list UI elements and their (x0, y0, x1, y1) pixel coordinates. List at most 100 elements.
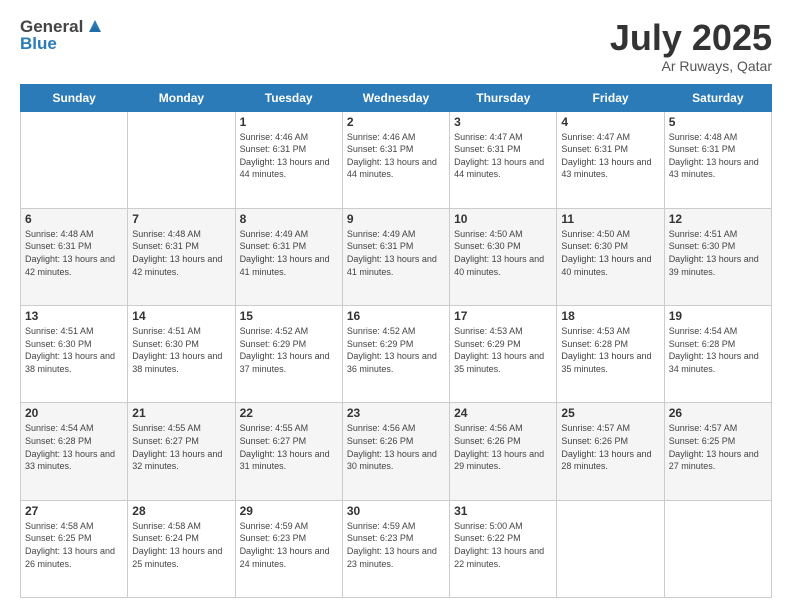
table-row (128, 111, 235, 208)
day-number: 7 (132, 212, 230, 226)
logo-icon (85, 16, 105, 36)
table-row (21, 111, 128, 208)
header-friday: Friday (557, 84, 664, 111)
table-row: 31 Sunrise: 5:00 AMSunset: 6:22 PMDayligh… (450, 500, 557, 597)
table-row: 22 Sunrise: 4:55 AMSunset: 6:27 PMDayligh… (235, 403, 342, 500)
table-row: 30 Sunrise: 4:59 AMSunset: 6:23 PMDayligh… (342, 500, 449, 597)
table-row: 10 Sunrise: 4:50 AMSunset: 6:30 PMDayligh… (450, 208, 557, 305)
day-number: 24 (454, 406, 552, 420)
cell-content: Sunrise: 4:52 AMSunset: 6:29 PMDaylight:… (240, 325, 338, 375)
table-row: 8 Sunrise: 4:49 AMSunset: 6:31 PMDaylight… (235, 208, 342, 305)
table-row: 19 Sunrise: 4:54 AMSunset: 6:28 PMDayligh… (664, 306, 771, 403)
table-row: 17Sunrise: 4:53 AMSunset: 6:29 PMDayligh… (450, 306, 557, 403)
cell-content: Sunrise: 4:57 AMSunset: 6:26 PMDaylight:… (561, 422, 659, 472)
table-row: 16 Sunrise: 4:52 AMSunset: 6:29 PMDayligh… (342, 306, 449, 403)
day-number: 23 (347, 406, 445, 420)
day-number: 15 (240, 309, 338, 323)
day-number: 5 (669, 115, 767, 129)
cell-content: Sunrise: 5:00 AMSunset: 6:22 PMDaylight:… (454, 520, 552, 570)
header-saturday: Saturday (664, 84, 771, 111)
table-row: 20 Sunrise: 4:54 AMSunset: 6:28 PMDayligh… (21, 403, 128, 500)
day-number: 22 (240, 406, 338, 420)
table-row: 29 Sunrise: 4:59 AMSunset: 6:23 PMDayligh… (235, 500, 342, 597)
day-number: 8 (240, 212, 338, 226)
day-number: 27 (25, 504, 123, 518)
day-number: 30 (347, 504, 445, 518)
table-row: 25Sunrise: 4:57 AMSunset: 6:26 PMDayligh… (557, 403, 664, 500)
cell-content: Sunrise: 4:51 AMSunset: 6:30 PMDaylight:… (25, 325, 123, 375)
day-number: 13 (25, 309, 123, 323)
logo: General Blue (20, 18, 105, 53)
table-row: 3 Sunrise: 4:47 AMSunset: 6:31 PMDaylight… (450, 111, 557, 208)
table-row: 11 Sunrise: 4:50 AMSunset: 6:30 PMDayligh… (557, 208, 664, 305)
header-wednesday: Wednesday (342, 84, 449, 111)
cell-content: Sunrise: 4:55 AMSunset: 6:27 PMDaylight:… (132, 422, 230, 472)
cell-content: Sunrise: 4:48 AMSunset: 6:31 PMDaylight:… (25, 228, 123, 278)
table-row: 2Sunrise: 4:46 AMSunset: 6:31 PMDaylight… (342, 111, 449, 208)
cell-content: Sunrise: 4:57 AMSunset: 6:25 PMDaylight:… (669, 422, 767, 472)
table-row: 15 Sunrise: 4:52 AMSunset: 6:29 PMDayligh… (235, 306, 342, 403)
cell-content: Sunrise: 4:50 AMSunset: 6:30 PMDaylight:… (454, 228, 552, 278)
header-thursday: Thursday (450, 84, 557, 111)
calendar-header-row: Sunday Monday Tuesday Wednesday Thursday… (21, 84, 772, 111)
logo-blue: Blue (20, 35, 105, 54)
page-header: General Blue July 2025 Ar Ruways, Qatar (20, 18, 772, 74)
day-number: 6 (25, 212, 123, 226)
cell-content: Sunrise: 4:56 AMSunset: 6:26 PMDaylight:… (454, 422, 552, 472)
table-row: 18 Sunrise: 4:53 AMSunset: 6:28 PMDayligh… (557, 306, 664, 403)
cell-content: Sunrise: 4:50 AMSunset: 6:30 PMDaylight:… (561, 228, 659, 278)
header-tuesday: Tuesday (235, 84, 342, 111)
cell-content: Sunrise: 4:59 AMSunset: 6:23 PMDaylight:… (347, 520, 445, 570)
cell-content: Sunrise: 4:46 AMSunset: 6:31 PMDaylight:… (347, 131, 445, 181)
cell-content: Sunrise: 4:47 AMSunset: 6:31 PMDaylight:… (561, 131, 659, 181)
table-row: 28 Sunrise: 4:58 AMSunset: 6:24 PMDayligh… (128, 500, 235, 597)
header-sunday: Sunday (21, 84, 128, 111)
table-row: 24 Sunrise: 4:56 AMSunset: 6:26 PMDayligh… (450, 403, 557, 500)
day-number: 18 (561, 309, 659, 323)
cell-content: Sunrise: 4:48 AMSunset: 6:31 PMDaylight:… (669, 131, 767, 181)
table-row: 5 Sunrise: 4:48 AMSunset: 6:31 PMDaylight… (664, 111, 771, 208)
day-number: 11 (561, 212, 659, 226)
day-number: 29 (240, 504, 338, 518)
day-number: 20 (25, 406, 123, 420)
day-number: 4 (561, 115, 659, 129)
cell-content: Sunrise: 4:54 AMSunset: 6:28 PMDaylight:… (669, 325, 767, 375)
day-number: 28 (132, 504, 230, 518)
cell-content: Sunrise: 4:58 AMSunset: 6:24 PMDaylight:… (132, 520, 230, 570)
cell-content: Sunrise: 4:48 AMSunset: 6:31 PMDaylight:… (132, 228, 230, 278)
day-number: 26 (669, 406, 767, 420)
day-number: 14 (132, 309, 230, 323)
cell-content: Sunrise: 4:49 AMSunset: 6:31 PMDaylight:… (240, 228, 338, 278)
day-number: 16 (347, 309, 445, 323)
day-number: 12 (669, 212, 767, 226)
cell-content: Sunrise: 4:51 AMSunset: 6:30 PMDaylight:… (669, 228, 767, 278)
cell-content: Sunrise: 4:46 AMSunset: 6:31 PMDaylight:… (240, 131, 338, 181)
table-row: 9 Sunrise: 4:49 AMSunset: 6:31 PMDaylight… (342, 208, 449, 305)
day-number: 9 (347, 212, 445, 226)
cell-content: Sunrise: 4:52 AMSunset: 6:29 PMDaylight:… (347, 325, 445, 375)
table-row: 14 Sunrise: 4:51 AMSunset: 6:30 PMDayligh… (128, 306, 235, 403)
day-number: 3 (454, 115, 552, 129)
table-row: 4 Sunrise: 4:47 AMSunset: 6:31 PMDaylight… (557, 111, 664, 208)
table-row: 7 Sunrise: 4:48 AMSunset: 6:31 PMDaylight… (128, 208, 235, 305)
cell-content: Sunrise: 4:49 AMSunset: 6:31 PMDaylight:… (347, 228, 445, 278)
cell-content: Sunrise: 4:53 AMSunset: 6:28 PMDaylight:… (561, 325, 659, 375)
title-block: July 2025 Ar Ruways, Qatar (610, 18, 772, 74)
day-number: 19 (669, 309, 767, 323)
day-number: 1 (240, 115, 338, 129)
cell-content: Sunrise: 4:47 AMSunset: 6:31 PMDaylight:… (454, 131, 552, 181)
table-row: 13 Sunrise: 4:51 AMSunset: 6:30 PMDayligh… (21, 306, 128, 403)
header-monday: Monday (128, 84, 235, 111)
cell-content: Sunrise: 4:55 AMSunset: 6:27 PMDaylight:… (240, 422, 338, 472)
cell-content: Sunrise: 4:54 AMSunset: 6:28 PMDaylight:… (25, 422, 123, 472)
cell-content: Sunrise: 4:51 AMSunset: 6:30 PMDaylight:… (132, 325, 230, 375)
month-title: July 2025 (610, 18, 772, 58)
cell-content: Sunrise: 4:59 AMSunset: 6:23 PMDaylight:… (240, 520, 338, 570)
table-row (557, 500, 664, 597)
day-number: 10 (454, 212, 552, 226)
table-row: 21 Sunrise: 4:55 AMSunset: 6:27 PMDayligh… (128, 403, 235, 500)
day-number: 31 (454, 504, 552, 518)
table-row: 23Sunrise: 4:56 AMSunset: 6:26 PMDayligh… (342, 403, 449, 500)
day-number: 21 (132, 406, 230, 420)
cell-content: Sunrise: 4:53 AMSunset: 6:29 PMDaylight:… (454, 325, 552, 375)
